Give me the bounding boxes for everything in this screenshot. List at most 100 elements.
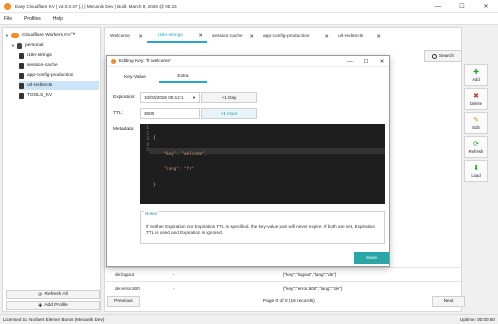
add-button[interactable]: ✚ Add [464,64,488,86]
tree-profile-label: personal [25,43,44,48]
cell-key: de:error.500 [115,285,140,291]
dialog-title: Editing Key: 'fr:welcome' [119,58,171,64]
cell-expiration: - [173,285,175,291]
tree-root[interactable]: ▼ Cloudflare Workers KV™ [5,31,76,40]
plus-one-day-button[interactable]: +1 Day [201,92,257,103]
tab-i18n-strings[interactable]: i18n-strings ✕ [147,30,207,43]
tab-bar: Welcome ✕ i18n-strings ✕ session-cache ✕… [105,30,385,43]
close-icon[interactable]: ✕ [198,33,203,39]
code-line: { [153,136,156,141]
tab-url-redirects[interactable]: url-redirects ✕ [333,30,385,43]
edit-label: Edit [472,124,480,130]
namespace-label: app-config-production [27,73,74,78]
tree-namespace-i18n-strings[interactable]: i18n-strings [19,51,97,60]
database-icon [19,72,24,79]
tree-namespace-url-redirects[interactable]: url-redirects [19,81,99,90]
add-profile-label: Add Profile [44,303,68,308]
ttl-label: TTL: [113,111,123,116]
pager-info: Page 0 of 0 (16 records) [263,299,315,304]
tree-namespace-app-config-production[interactable]: app-config-production [19,71,97,80]
dialog-maximize-button[interactable]: ☐ [359,56,373,67]
database-icon [19,62,24,69]
refresh-button[interactable]: ⟳ Refresh [464,136,488,158]
cell-value: {"key":"error.500","lang":"de"} [283,285,343,291]
status-bar: Licensed to: Norbert Elemer Boros (Mecan… [0,314,498,324]
tab-key-value[interactable]: Key-Value [111,72,159,83]
tree-namespace-session-cache[interactable]: session-cache [19,61,97,70]
table-row[interactable]: de:error.500 - {"key":"error.500","lang"… [105,281,463,294]
cloud-icon [11,33,19,38]
table-row[interactable]: de:logout - {"key":"logout","lang":"de"} [105,267,463,280]
title-bar: Easy Cloudflare KV | v3.0.0.37 (.) | Mec… [0,0,498,13]
refresh-label: Refresh [468,148,484,154]
next-page-button[interactable]: Next [432,296,465,307]
close-icon[interactable]: ✕ [376,34,381,40]
close-icon[interactable]: ✕ [138,34,143,40]
edit-button[interactable]: ✎ Edit [464,112,488,134]
code-line: "lang": "fr" [153,167,195,172]
refresh-all-button[interactable]: ⟳ Refresh All [6,290,100,299]
close-icon[interactable]: ✕ [324,34,329,40]
save-button[interactable]: Save [354,252,389,264]
tree-profile[interactable]: ▼ personal [11,41,43,50]
search-button[interactable]: Search [424,50,462,62]
menu-help[interactable]: Help [53,16,63,22]
minimize-button[interactable]: — [426,0,450,13]
notes-group: Notes If neither Expiration nor Expirati… [140,211,385,244]
previous-page-button[interactable]: Previous [107,296,140,307]
refresh-icon: ⟳ [473,140,479,148]
search-icon [431,53,437,59]
tree-namespace-tools-kv[interactable]: TOOLS_KV [19,91,97,100]
expiration-label: Expiration: [113,95,136,100]
app-logo-icon [4,2,11,10]
window-controls: — ☐ ✕ [426,0,498,13]
edit-key-dialog: Editing Key: 'fr:welcome' — ☐ ✕ Key-Valu… [106,55,390,267]
tab-session-cache[interactable]: session-cache ✕ [207,30,258,43]
load-button[interactable]: ⬇ Load [464,160,488,182]
ttl-input[interactable]: 3600 [140,108,200,119]
tab-extra[interactable]: Extra [159,72,207,83]
tab-label: app-config-production [263,34,310,39]
database-icon [19,92,24,99]
menu-profiles[interactable]: Profiles [24,16,41,22]
search-label: Search [438,53,455,59]
metadata-code: { "key": "welcome", "lang": "fr" } [153,126,207,214]
notes-text: If neither Expiration nor Expiration TTL… [146,224,376,235]
cell-expiration: - [173,271,175,277]
cell-value: {"key":"logout","lang":"de"} [283,271,337,277]
expiration-datetime-input[interactable]: 10/03/2026 05:12:1 ▼ [140,92,200,103]
tab-app-config-production[interactable]: app-config-production ✕ [258,30,333,43]
uptime-text: Uptime: 00:00:50 [460,317,495,322]
database-icon [19,82,24,89]
chevron-down-icon[interactable]: ▼ [192,95,196,100]
load-label: Load [471,172,481,178]
sidebar: ▼ Cloudflare Workers KV™ ▼ personal i18n… [2,27,101,312]
add-label: Add [472,76,480,82]
close-icon[interactable]: ✕ [249,34,254,40]
ttl-value: 3600 [144,111,155,116]
tab-label: i18n-strings [158,33,183,38]
dialog-title-bar: Editing Key: 'fr:welcome' — ☐ ✕ [107,56,389,67]
plus-one-hour-button[interactable]: +1 Hour [201,108,257,119]
database-icon [19,52,24,59]
app-logo-icon [111,58,116,64]
code-line: } [153,182,156,188]
delete-button[interactable]: ✖ Delete [464,88,488,110]
add-profile-button[interactable]: ✚ Add Profile [6,301,100,310]
metadata-label: Metadata: [113,127,135,132]
delete-icon: ✖ [473,92,479,100]
dialog-minimize-button[interactable]: — [343,56,357,67]
refresh-icon: ⟳ [38,291,43,298]
tab-welcome[interactable]: Welcome ✕ [105,30,147,43]
dialog-close-button[interactable]: ✕ [375,56,389,67]
namespace-label: TOOLS_KV [27,93,53,98]
user-icon [17,42,22,49]
maximize-button[interactable]: ☐ [450,0,474,13]
pencil-icon: ✎ [473,116,479,124]
close-window-button[interactable]: ✕ [474,0,498,13]
refresh-all-label: Refresh All [44,292,68,297]
load-icon: ⬇ [473,164,479,172]
menu-file[interactable]: File [4,16,12,22]
metadata-editor[interactable]: 1 2 3 4 5 { "key": "welcome", "lang": "f… [140,124,385,204]
